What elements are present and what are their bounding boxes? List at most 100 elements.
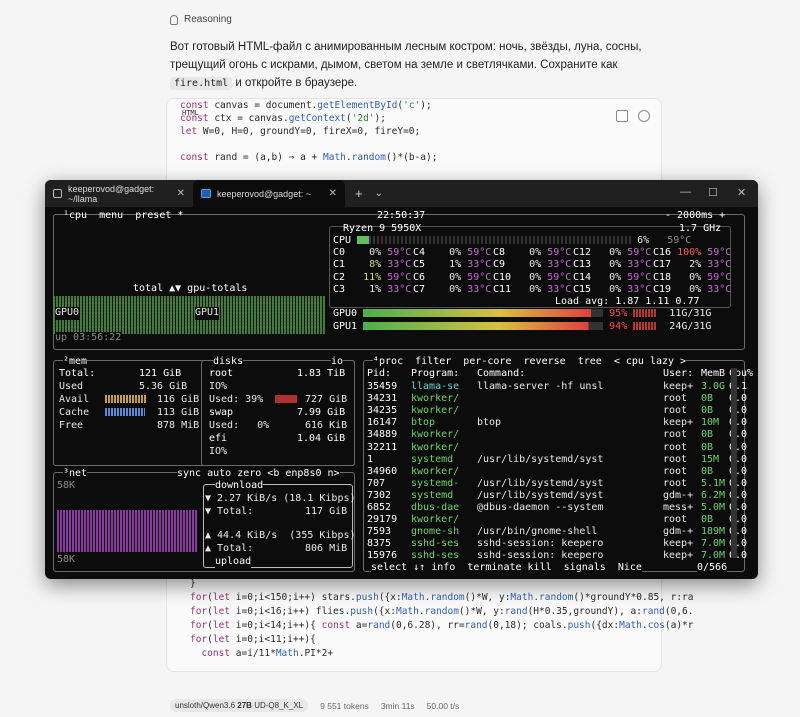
gpu-totals-label[interactable]: total ▲▼ gpu-totals — [133, 283, 247, 296]
token-count: 9 551 tokens — [320, 700, 369, 711]
proc-column-header[interactable]: User: — [663, 368, 693, 381]
disk-root: root — [209, 368, 234, 379]
proc-column-header[interactable]: Command: — [477, 368, 525, 381]
disk-efi-size: 1.04 GiB — [297, 433, 346, 444]
cpu-core-cell: C11 0% 33°C — [493, 284, 572, 296]
proc-cell: 0B — [701, 441, 714, 453]
proc-cell: gdm-+ — [663, 489, 694, 501]
upload-label: upload — [215, 556, 252, 569]
net-controls[interactable]: sync auto zero <b enp8s0 n> — [177, 468, 340, 481]
tab-home[interactable]: keeperovod@gadget: ~ ✕ — [193, 180, 345, 207]
code-line: for(let i=0;i<150;i++) stars.push({x:Mat… — [190, 592, 694, 603]
proc-cell: 6852 — [367, 502, 392, 513]
gpu-graph — [53, 296, 325, 334]
reasoning-label: Reasoning — [184, 14, 232, 25]
gpu1-row: GPU1 94% 24G/31G — [333, 321, 712, 332]
tab-llama[interactable]: keeperovod@gadget: ~/llama ✕ — [45, 180, 193, 207]
proc-cell: kworker/ — [411, 405, 460, 417]
eye-icon[interactable] — [638, 110, 650, 122]
disk-efi: efi — [209, 433, 228, 444]
net-scale-top: 58K — [57, 480, 76, 491]
download-total-label: ▼ Total: — [205, 506, 254, 517]
refresh-rate[interactable]: - 2000ms + — [665, 210, 725, 223]
cpu-core-cell: C8 0% 59°C — [493, 247, 572, 258]
proc-cell: root — [663, 514, 688, 526]
mem-total: Total: — [59, 368, 96, 379]
proc-cell: 189M — [701, 526, 726, 538]
tab-dropdown-button[interactable]: ⌄ — [375, 188, 383, 199]
disk-swap-size: 7.99 GiB — [297, 407, 346, 418]
message-meta: unsloth/Qwen3.6 27B UD-Q8_K_XL 9 551 tok… — [170, 699, 459, 712]
code-line: } — [190, 578, 196, 589]
disk-efi-io: IO% — [209, 446, 228, 457]
mem-free-value: 878 MiB — [157, 420, 200, 431]
proc-column-header[interactable]: Pid: — [367, 368, 391, 381]
copy-icon[interactable] — [616, 110, 628, 122]
proc-column-header[interactable]: Program: — [411, 368, 459, 381]
proc-cell: gdm-+ — [663, 526, 694, 538]
mem-used-value: 5.36 GiB — [139, 381, 188, 392]
proc-footer[interactable]: select ↓↑ info terminate kill signals Ni… — [371, 562, 642, 575]
page: Reasoning Вот готовый HTML-файл с анимир… — [0, 0, 800, 717]
load-average: Load avg: 1.87 1.11 0.77 — [555, 296, 700, 307]
proc-cell: 7302 — [367, 489, 392, 501]
proc-column-header[interactable]: MemB — [701, 368, 725, 381]
disks-header[interactable]: disks — [213, 356, 244, 369]
close-window-button[interactable]: ✕ — [737, 186, 746, 199]
proc-cell: keep+ — [663, 550, 694, 562]
mem-cache-value: 113 GiB — [157, 407, 200, 418]
proc-cell: 3.0G — [701, 381, 726, 392]
disk-root-size: 1.83 TiB — [297, 368, 346, 379]
upload-total-label: ▲ Total: — [205, 543, 254, 554]
mem-avail-label: Avail — [59, 394, 90, 405]
proc-cell: 16147 — [367, 417, 398, 429]
proc-cell: llama-se — [411, 381, 460, 392]
terminal-window[interactable]: keeperovod@gadget: ~/llama ✕ keeperovod@… — [45, 180, 758, 579]
maximize-button[interactable]: ☐ — [708, 186, 718, 199]
cpu-total-row: CPU 6% 59°C — [333, 235, 692, 246]
proc-cell: root — [663, 465, 688, 477]
proc-scrollbar[interactable] — [731, 368, 737, 558]
filename-code: fire.html — [170, 77, 233, 90]
cpu-core-cell: C6 0% 59°C — [413, 271, 492, 283]
code-line: const canvas = document.getElementById('… — [180, 100, 432, 111]
proc-header[interactable]: ⁴proc filter per-core reverse tree < cpu… — [373, 356, 687, 369]
mem-header[interactable]: ²mem — [63, 356, 88, 369]
elapsed-time: 3min 11s — [380, 700, 415, 711]
proc-cell: 10M — [701, 417, 720, 429]
proc-cell: root — [663, 405, 688, 417]
btop-screen: ¹cpu menu preset * 22:50:37 - 2000ms + R… — [53, 210, 753, 576]
disk-swap: swap — [209, 407, 234, 418]
powershell-icon — [201, 189, 211, 198]
close-icon[interactable]: ✕ — [329, 188, 337, 199]
download-rate: ▼ 2.27 KiB/s (18.1 Kibps) — [205, 493, 356, 504]
proc-cell: 34231 — [367, 393, 398, 405]
proc-cell: systemd — [411, 453, 454, 465]
cpu-core-cell: C5 1% 33°C — [413, 259, 492, 271]
reasoning-toggle[interactable]: Reasoning — [170, 14, 232, 25]
new-tab-button[interactable]: + — [355, 186, 363, 201]
io-toggle[interactable]: io — [331, 356, 344, 369]
minimize-button[interactable]: — — [680, 186, 691, 198]
proc-cell: 0B — [701, 514, 714, 526]
proc-cell: dbus-dae — [411, 502, 460, 513]
proc-cell: 15M — [701, 453, 720, 465]
proc-cell: root — [663, 429, 688, 441]
code-language-label: HTML — [182, 109, 199, 117]
gpu1-graph-label: GPU1 — [195, 307, 220, 320]
cpu-header[interactable]: ¹cpu menu preset * — [63, 210, 183, 223]
code-line: let W=0, H=0, groundY=0, fireX=0, fireY=… — [180, 126, 421, 137]
proc-cell: /usr/lib/systemd/syst — [477, 453, 604, 465]
net-header[interactable]: ³net — [63, 468, 88, 481]
proc-cell: keep+ — [663, 417, 694, 429]
close-icon[interactable]: ✕ — [177, 188, 185, 199]
model-pill[interactable]: unsloth/Qwen3.6 27B UD-Q8_K_XL — [170, 699, 309, 712]
mem-cache-bar — [105, 408, 145, 416]
proc-cell: 29179 — [367, 514, 398, 526]
mem-used-label: Used — [59, 381, 84, 392]
disk-root-used-label: Used: 39% — [209, 394, 264, 405]
proc-cell: systemd- — [411, 477, 460, 489]
proc-cell: systemd — [411, 489, 454, 501]
proc-cell: 1 — [367, 453, 374, 465]
disk-swap-used-label: Used: 0% — [209, 420, 270, 431]
